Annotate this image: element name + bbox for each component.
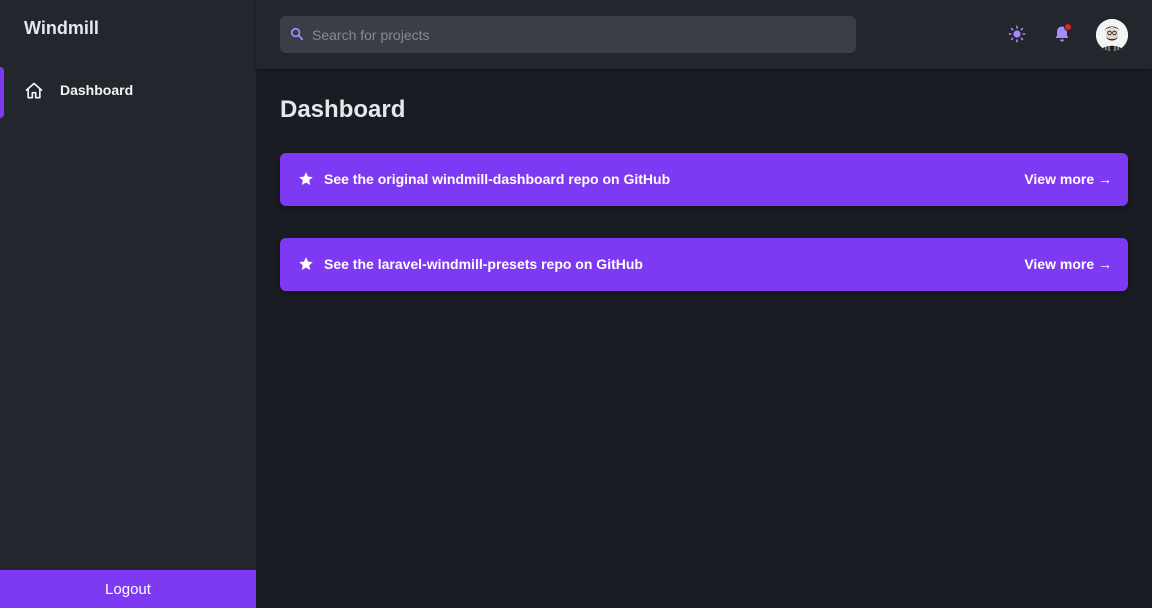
search-input[interactable]: [312, 16, 842, 53]
top-header: [256, 0, 1152, 69]
view-more-link[interactable]: View more →: [1024, 171, 1112, 187]
brand-logo-text[interactable]: Windmill: [24, 18, 99, 39]
notifications-button[interactable]: [1052, 23, 1072, 44]
banner-text: See the laravel-windmill-presets repo on…: [324, 256, 643, 272]
search-bar[interactable]: [280, 16, 856, 53]
sidebar: Windmill Dashboard Logout: [0, 0, 256, 608]
sun-icon[interactable]: [1008, 25, 1026, 43]
search-icon: [290, 27, 304, 41]
sidebar-item-label: Dashboard: [60, 82, 134, 98]
logout-button[interactable]: Logout: [0, 570, 256, 608]
star-icon: [299, 257, 313, 270]
page-title: Dashboard: [280, 96, 406, 123]
github-banner-presets[interactable]: See the laravel-windmill-presets repo on…: [280, 238, 1128, 291]
active-indicator: [0, 67, 4, 118]
view-more-link[interactable]: View more →: [1024, 256, 1112, 272]
avatar[interactable]: [1096, 19, 1128, 51]
banner-text: See the original windmill-dashboard repo…: [324, 171, 671, 187]
home-icon: [25, 82, 43, 99]
github-banner-original[interactable]: See the original windmill-dashboard repo…: [280, 153, 1128, 206]
star-icon: [299, 172, 313, 185]
notification-badge: [1064, 23, 1072, 31]
user-avatar-image: [1096, 19, 1128, 51]
sidebar-item-dashboard[interactable]: Dashboard: [0, 67, 256, 118]
